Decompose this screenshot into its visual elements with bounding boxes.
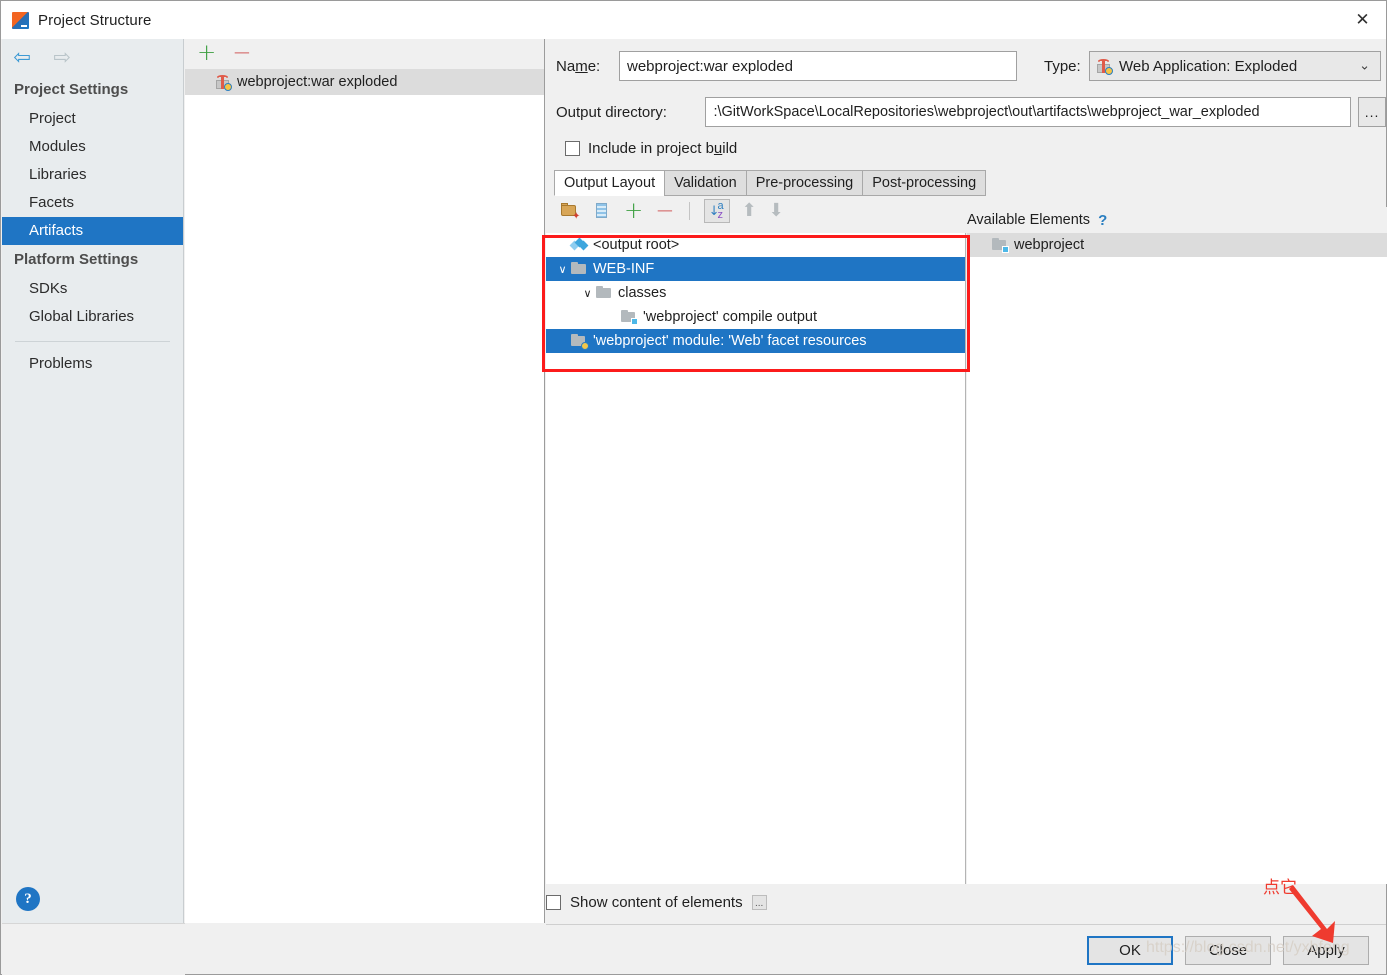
tab-output-layout[interactable]: Output Layout xyxy=(554,170,665,196)
artifact-list-panel: + − webproject:war exploded xyxy=(185,39,545,923)
sidebar-item-global-libraries[interactable]: Global Libraries xyxy=(2,303,183,331)
sidebar-group-project-settings: Project Settings xyxy=(14,81,129,98)
annotation-click-it-text: 点它 xyxy=(1263,878,1297,898)
tree-row[interactable]: <output root> xyxy=(546,233,965,257)
remove-element-icon[interactable]: − xyxy=(655,199,674,223)
sidebar: ⇦ ⇨ Project Settings Project Modules Lib… xyxy=(2,39,184,923)
tree-row[interactable]: webproject xyxy=(967,233,1387,257)
sidebar-group-platform-settings: Platform Settings xyxy=(14,251,139,268)
available-elements-tree[interactable]: webproject xyxy=(967,233,1387,884)
tree-row-label: webproject xyxy=(1014,237,1085,253)
back-arrow-icon[interactable]: ⇦ xyxy=(11,46,33,67)
folder-icon xyxy=(571,261,588,277)
tree-row-label: <output root> xyxy=(593,237,680,253)
show-content-checkbox[interactable] xyxy=(546,895,561,910)
module-output-icon xyxy=(621,309,638,325)
sidebar-item-sdks[interactable]: SDKs xyxy=(2,275,183,303)
tree-row[interactable]: ∨ WEB-INF xyxy=(546,257,965,281)
artifact-list-toolbar: + − xyxy=(185,39,544,69)
output-directory-label: Output directory: xyxy=(556,103,667,121)
footer-strip xyxy=(2,923,185,975)
add-artifact-icon[interactable]: + xyxy=(197,42,216,65)
sidebar-item-libraries[interactable]: Libraries xyxy=(2,161,183,189)
sidebar-item-facets[interactable]: Facets xyxy=(2,189,183,217)
close-button[interactable]: Close xyxy=(1185,936,1271,965)
chevron-down-icon[interactable]: ∨ xyxy=(579,287,596,300)
chevron-down-icon[interactable]: ∨ xyxy=(554,263,571,276)
title-bar: Project Structure ✕ xyxy=(1,1,1386,39)
tree-row[interactable]: 'webproject' compile output xyxy=(546,305,965,329)
tree-row-label: 'webproject' module: 'Web' facet resourc… xyxy=(593,333,867,349)
forward-arrow-icon[interactable]: ⇨ xyxy=(51,46,73,67)
type-select-value: Web Application: Exploded xyxy=(1119,57,1298,75)
remove-artifact-icon[interactable]: − xyxy=(232,42,251,65)
chevron-down-icon: ⌄ xyxy=(1359,58,1370,74)
tab-post-processing[interactable]: Post-processing xyxy=(862,170,987,196)
name-input[interactable]: webproject:war exploded xyxy=(619,51,1017,81)
output-directory-row: Output directory: :\GitWorkSpace\LocalRe… xyxy=(556,97,1386,127)
sidebar-divider xyxy=(15,341,170,342)
available-elements-header: Available Elements ? xyxy=(967,207,1387,233)
bottom-divider xyxy=(546,924,1386,925)
facet-resources-icon xyxy=(571,333,589,350)
list-item[interactable]: webproject:war exploded xyxy=(185,69,544,95)
show-content-options-button[interactable]: ... xyxy=(751,895,767,910)
move-up-icon[interactable]: ⬆ xyxy=(742,202,757,220)
project-structure-dialog: Project Structure ✕ ⇦ ⇨ Project Settings… xyxy=(0,0,1387,975)
close-icon[interactable]: ✕ xyxy=(1339,1,1386,39)
intellij-idea-icon xyxy=(12,11,29,29)
help-question-icon[interactable]: ? xyxy=(1098,212,1107,229)
type-label: Type: xyxy=(1044,57,1081,75)
type-select[interactable]: Web Application: Exploded ⌄ xyxy=(1089,51,1381,81)
tab-validation[interactable]: Validation xyxy=(664,170,746,196)
sidebar-item-project[interactable]: Project xyxy=(2,105,183,133)
include-in-build-label: Include in project build xyxy=(588,140,738,157)
available-elements-label: Available Elements xyxy=(967,212,1091,228)
apply-button[interactable]: Apply xyxy=(1283,936,1369,965)
name-row: Name: webproject:war exploded Type: Web … xyxy=(556,51,1386,81)
sidebar-item-artifacts[interactable]: Artifacts xyxy=(2,217,183,245)
ok-button[interactable]: OK xyxy=(1087,936,1173,965)
show-content-label: Show content of elements xyxy=(570,894,743,911)
include-in-build-row[interactable]: Include in project build xyxy=(565,140,1386,157)
include-in-build-checkbox[interactable] xyxy=(565,141,580,156)
name-label: Name: xyxy=(556,57,601,75)
module-output-icon xyxy=(992,237,1009,253)
tree-row[interactable]: 'webproject' module: 'Web' facet resourc… xyxy=(546,329,965,353)
browse-button[interactable]: ... xyxy=(1358,97,1386,127)
output-directory-input[interactable]: :\GitWorkSpace\LocalRepositories\webproj… xyxy=(705,97,1352,127)
window-title: Project Structure xyxy=(38,11,152,29)
sidebar-nav: ⇦ ⇨ xyxy=(2,39,183,75)
sort-az-icon[interactable]: ↓ az xyxy=(703,199,730,223)
output-layout-tree[interactable]: <output root> ∨ WEB-INF ∨ classes 'webpr… xyxy=(546,233,966,884)
folder-icon xyxy=(596,285,613,301)
sidebar-item-modules[interactable]: Modules xyxy=(2,133,183,161)
dialog-buttons: OK Close Apply xyxy=(1087,936,1369,965)
show-content-row[interactable]: Show content of elements ... xyxy=(546,894,767,911)
artifact-item-label: webproject:war exploded xyxy=(237,74,398,90)
tree-row-label: classes xyxy=(618,285,667,301)
sidebar-item-problems[interactable]: Problems xyxy=(2,350,183,378)
tree-row-label: WEB-INF xyxy=(593,261,655,277)
create-archive-icon[interactable] xyxy=(592,201,612,221)
toolbar-divider xyxy=(688,202,690,220)
tab-pre-processing[interactable]: Pre-processing xyxy=(745,170,863,196)
output-root-icon xyxy=(569,237,589,253)
tree-row-label: 'webproject' compile output xyxy=(643,309,817,325)
artifact-gift-icon xyxy=(215,74,232,91)
tree-row[interactable]: ∨ classes xyxy=(546,281,965,305)
detail-tabs: Output Layout Validation Pre-processing … xyxy=(554,170,987,196)
create-directory-icon[interactable]: ✦ xyxy=(560,201,580,222)
help-icon[interactable]: ? xyxy=(16,887,40,911)
artifact-gift-icon xyxy=(1096,58,1113,75)
add-element-icon[interactable]: + xyxy=(624,199,643,223)
move-down-icon[interactable]: ⬇ xyxy=(769,202,784,220)
